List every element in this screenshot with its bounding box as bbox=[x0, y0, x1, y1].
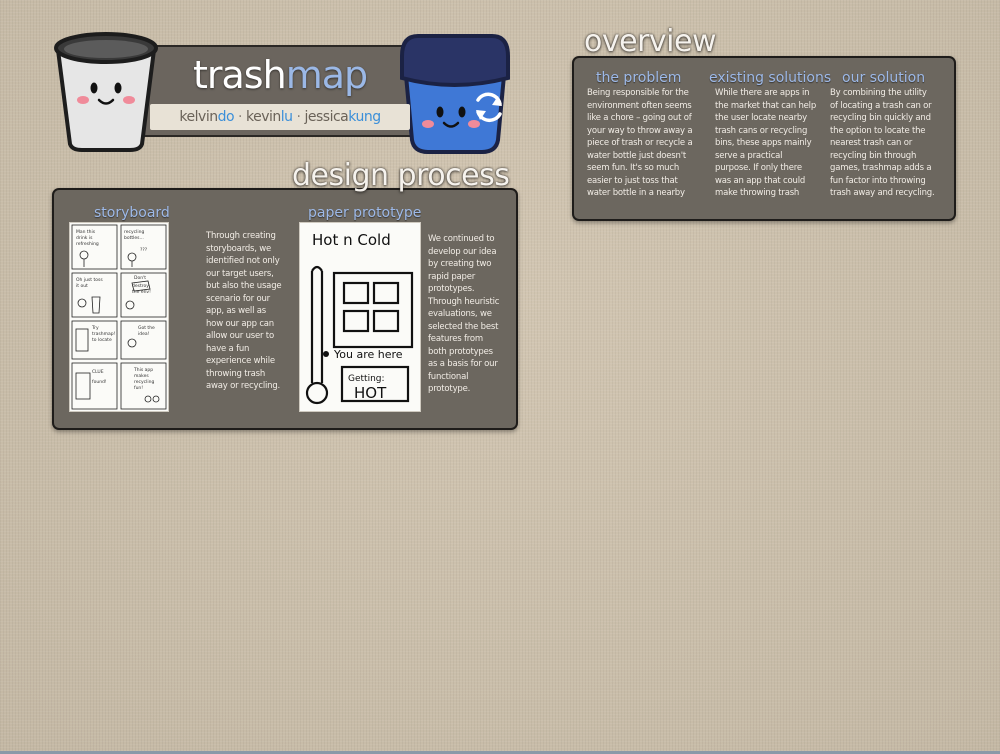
trash-bin-mascot-icon bbox=[54, 32, 158, 152]
svg-text:it out: it out bbox=[76, 283, 88, 289]
overview-heading: overview bbox=[584, 24, 716, 59]
svg-text:destroy: destroy bbox=[132, 283, 149, 289]
svg-text:the env!: the env! bbox=[132, 289, 151, 295]
author-credits: kelvindo · kevinlu · jessicakung bbox=[150, 104, 410, 130]
sketch-getting-label: Getting: bbox=[348, 374, 385, 384]
our-solution-description: By combining the utility of locating a t… bbox=[830, 88, 935, 198]
existing-solutions-title: existing solutions bbox=[709, 70, 832, 86]
svg-text:found!: found! bbox=[92, 379, 107, 385]
svg-text:Try: Try bbox=[91, 325, 99, 331]
svg-text:Man this: Man this bbox=[76, 229, 96, 235]
svg-text:makes: makes bbox=[134, 373, 149, 379]
svg-text:to locate: to locate bbox=[92, 337, 112, 343]
paper-prototype-image: Hot n Cold You are here Getting: HOT bbox=[299, 222, 421, 412]
design-process-heading: design process bbox=[292, 158, 510, 193]
recycle-bin-mascot-icon bbox=[400, 34, 510, 154]
existing-solutions-description: While there are apps in the market that … bbox=[715, 88, 817, 201]
paper-prototype-title: paper prototype bbox=[308, 205, 422, 221]
svg-text:recycling: recycling bbox=[134, 379, 154, 385]
svg-text:CLUE: CLUE bbox=[92, 369, 104, 375]
storyboard-image: Man thisdrink isrefreshing recyclingbott… bbox=[69, 222, 169, 412]
svg-text:This app: This app bbox=[133, 367, 153, 373]
our-solution-title: our solution bbox=[842, 70, 926, 86]
svg-text:Got the: Got the bbox=[138, 325, 155, 331]
sketch-you-are-here: You are here bbox=[333, 348, 403, 361]
author-2: kevinlu bbox=[246, 109, 293, 125]
svg-text:trashmap!: trashmap! bbox=[92, 331, 116, 337]
problem-title: the problem bbox=[596, 70, 682, 86]
app-title: trashmap bbox=[193, 53, 368, 97]
svg-text:Don't: Don't bbox=[134, 275, 146, 281]
author-1: kelvindo bbox=[179, 109, 235, 125]
author-3: jessicakung bbox=[304, 109, 382, 125]
svg-text:Oh just toss: Oh just toss bbox=[76, 277, 103, 283]
svg-text:???: ??? bbox=[140, 247, 148, 253]
problem-description: Being responsible for the environment of… bbox=[587, 88, 693, 198]
paper-prototype-description: We continued to develop our idea by crea… bbox=[428, 234, 500, 394]
sketch-hot-label: HOT bbox=[354, 384, 387, 402]
svg-text:drink is: drink is bbox=[76, 235, 93, 241]
storyboard-title: storyboard bbox=[94, 205, 170, 221]
svg-text:bottles...: bottles... bbox=[124, 235, 144, 241]
svg-text:idea!: idea! bbox=[138, 331, 150, 337]
svg-text:recycling: recycling bbox=[124, 229, 144, 235]
svg-text:refreshing: refreshing bbox=[76, 241, 99, 247]
sketch-title: Hot n Cold bbox=[312, 231, 391, 249]
storyboard-description: Through creating storyboards, we identif… bbox=[206, 231, 282, 391]
svg-text:fun!: fun! bbox=[134, 385, 143, 391]
